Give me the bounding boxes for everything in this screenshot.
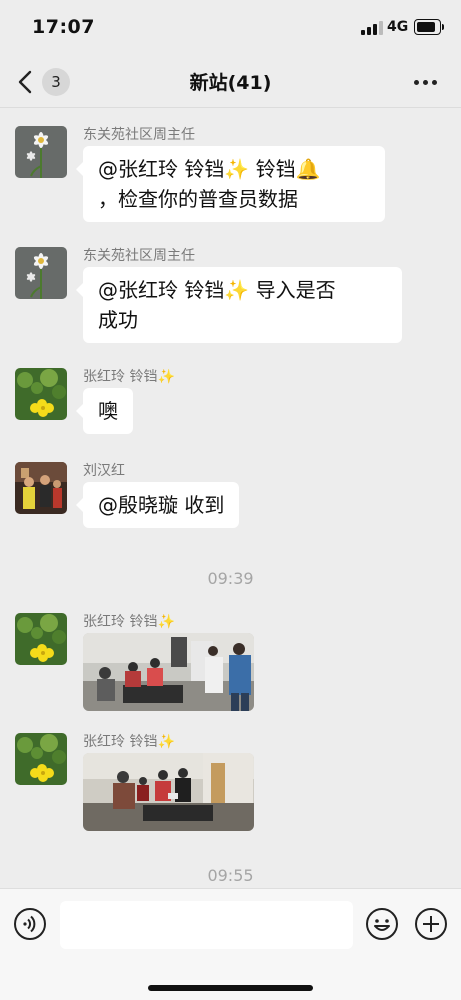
chat-title: 新站(41) bbox=[189, 72, 272, 94]
message-text: @张红玲 铃铛✨ 导入是否 bbox=[98, 278, 336, 302]
battery-icon bbox=[414, 19, 444, 35]
people-avatar-icon bbox=[15, 462, 67, 514]
input-bar bbox=[0, 888, 461, 1000]
timestamp: 09:39 bbox=[207, 569, 254, 588]
photo-message[interactable] bbox=[83, 633, 254, 711]
sender-name: 张红玲 铃铛✨ bbox=[83, 614, 175, 630]
message-text: @张红玲 铃铛✨ 铃铛🔔 bbox=[98, 157, 321, 181]
back-button[interactable]: 3 bbox=[14, 64, 74, 100]
avatar[interactable] bbox=[15, 368, 67, 420]
office-photo-image bbox=[83, 633, 254, 711]
message-input[interactable] bbox=[60, 901, 353, 949]
message-text: 成功 bbox=[98, 308, 138, 332]
status-bar: 17:07 4G bbox=[0, 0, 461, 56]
sender-name: 刘汉红 bbox=[83, 463, 125, 479]
photo-message[interactable] bbox=[83, 753, 254, 831]
sender-name: 东关苑社区周主任 bbox=[83, 127, 195, 143]
chevron-left-icon bbox=[18, 70, 32, 94]
flower-avatar-icon bbox=[15, 247, 67, 299]
network-label: 4G bbox=[387, 19, 409, 35]
message-bubble[interactable]: 噢 bbox=[76, 388, 133, 434]
message-bubble[interactable]: @殷晓璇 收到 bbox=[75, 482, 240, 528]
emoji-icon bbox=[366, 908, 398, 940]
status-time: 17:07 bbox=[32, 16, 95, 38]
unread-count-badge: 3 bbox=[42, 68, 70, 96]
message-text: 噢 bbox=[98, 399, 118, 423]
avatar[interactable] bbox=[15, 126, 67, 178]
signal-icon bbox=[361, 21, 383, 35]
plus-icon bbox=[415, 908, 447, 940]
sender-name: 张红玲 铃铛✨ bbox=[83, 369, 175, 385]
rapeseed-avatar-icon bbox=[15, 368, 67, 420]
rapeseed-avatar-icon bbox=[15, 733, 67, 785]
message-bubble[interactable]: @张红玲 铃铛✨ 导入是否 成功 bbox=[76, 267, 402, 343]
message-bubble[interactable]: @张红玲 铃铛✨ 铃铛🔔 ，检查你的普查员数据 bbox=[76, 146, 385, 222]
avatar[interactable] bbox=[15, 247, 67, 299]
message-text: @殷晓璇 收到 bbox=[98, 493, 225, 517]
more-button[interactable] bbox=[410, 70, 442, 94]
room-photo-image bbox=[83, 753, 254, 831]
voice-button[interactable] bbox=[13, 907, 47, 945]
chat-header: 3 新站(41) bbox=[0, 56, 461, 108]
message-text: ，检查你的普查员数据 bbox=[98, 187, 298, 211]
emoji-button[interactable] bbox=[365, 907, 399, 945]
timestamp: 09:55 bbox=[207, 866, 254, 885]
rapeseed-avatar-icon bbox=[15, 613, 67, 665]
more-icon bbox=[414, 80, 419, 85]
plus-button[interactable] bbox=[414, 907, 448, 945]
sender-name: 东关苑社区周主任 bbox=[83, 248, 195, 264]
avatar[interactable] bbox=[15, 733, 67, 785]
avatar[interactable] bbox=[15, 613, 67, 665]
sender-name: 张红玲 铃铛✨ bbox=[83, 734, 175, 750]
home-indicator bbox=[148, 985, 313, 991]
voice-icon bbox=[14, 908, 46, 940]
flower-avatar-icon bbox=[15, 126, 67, 178]
avatar[interactable] bbox=[15, 462, 67, 514]
